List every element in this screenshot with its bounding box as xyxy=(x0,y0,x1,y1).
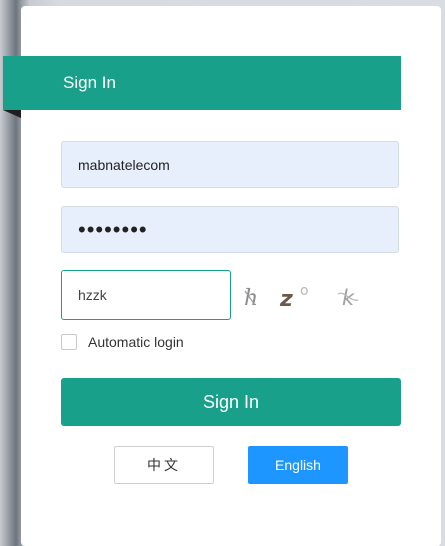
username-field[interactable]: mabnatelecom xyxy=(61,141,399,188)
language-chinese-label: 中文 xyxy=(147,458,181,474)
sign-in-button[interactable]: Sign In xyxy=(61,378,401,426)
svg-text:z: z xyxy=(279,287,293,312)
automatic-login-row[interactable]: Automatic login xyxy=(61,334,184,350)
language-chinese-button[interactable]: 中文 xyxy=(114,446,214,484)
sign-in-header: Sign In xyxy=(3,56,401,110)
username-value: mabnatelecom xyxy=(78,156,170,173)
password-field[interactable]: •••••••• xyxy=(61,206,399,253)
captcha-input-value: hzzk xyxy=(78,287,107,303)
captcha-image[interactable]: h z o k xyxy=(242,278,372,314)
automatic-login-label: Automatic login xyxy=(88,334,184,350)
language-english-label: English xyxy=(275,457,321,473)
captcha-input[interactable]: hzzk xyxy=(61,270,231,320)
password-value: •••••••• xyxy=(78,216,148,242)
page-title: Sign In xyxy=(63,73,116,92)
language-english-button[interactable]: English xyxy=(248,446,348,484)
automatic-login-checkbox[interactable] xyxy=(61,334,77,350)
sign-in-button-label: Sign In xyxy=(202,391,260,412)
svg-text:k: k xyxy=(342,286,355,310)
header-ribbon-fold xyxy=(3,110,21,118)
svg-text:o: o xyxy=(300,283,309,299)
